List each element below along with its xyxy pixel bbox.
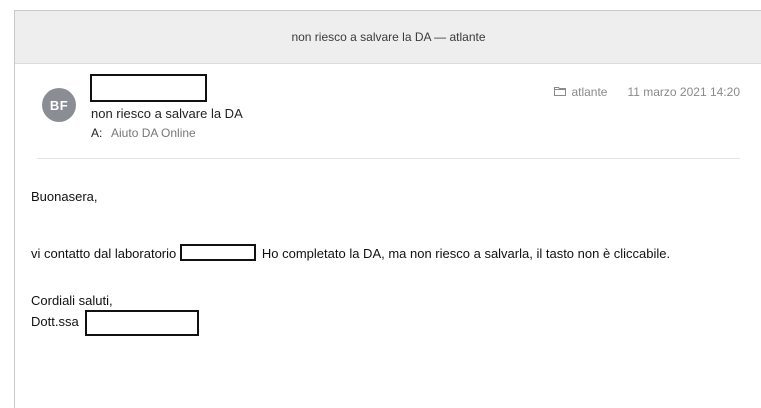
message-header: BF non riesco a salvare la DA A: Aiuto D… [15,64,761,159]
avatar: BF [42,88,76,122]
recipient-line: A: Aiuto DA Online [91,126,196,140]
signature-redacted-box [84,310,199,336]
folder-name[interactable]: atlante [571,85,607,99]
message-meta: atlante 11 marzo 2021 14:20 [554,85,740,99]
greeting-text: Buonasera, [31,189,98,204]
window-title: non riesco a salvare la DA — atlante [291,30,486,44]
recipient-label: A: [91,126,103,140]
closing-text: Cordiali saluti, [31,293,113,308]
mail-window: non riesco a salvare la DA — atlante BF … [14,10,761,408]
recipient-value[interactable]: Aiuto DA Online [111,126,196,140]
sender-redacted-box [90,74,207,102]
window-titlebar: non riesco a salvare la DA — atlante [15,11,761,64]
message-subject: non riesco a salvare la DA [91,106,243,121]
avatar-initials: BF [49,97,69,113]
lab-redacted-box [180,244,257,261]
message-date: 11 marzo 2021 14:20 [627,85,740,99]
header-divider [37,158,740,159]
signature-prefix: Dott.ssa [31,314,79,329]
message-text-part2: Ho completato la DA, ma non riesco a sal… [261,246,671,261]
signature: Dott.ssa [31,308,199,336]
message-text-part1: vi contatto dal laboratorio [31,246,177,261]
folder-icon [554,85,567,99]
message-paragraph: vi contatto dal laboratorio Ho completat… [31,244,731,262]
